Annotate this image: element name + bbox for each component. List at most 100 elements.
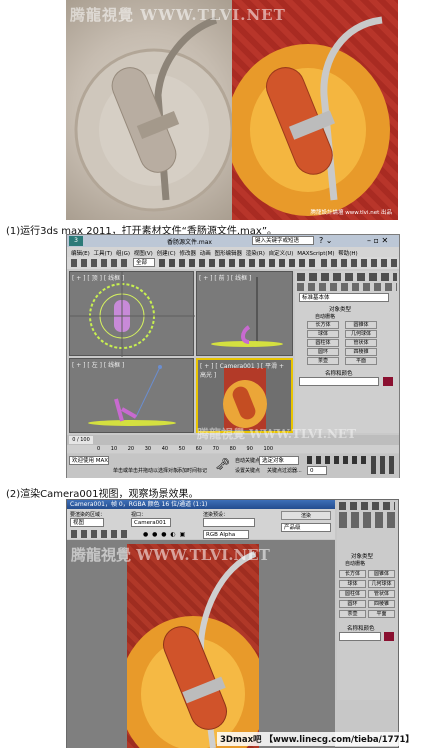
render-window-title: Camera001，帧 0，RGBA 颜色 16 位/通道 (1:1) bbox=[67, 500, 335, 509]
object-color-swatch[interactable] bbox=[383, 377, 393, 386]
max-search-input[interactable]: 键入关键字或短语 bbox=[252, 236, 314, 245]
btn-cone[interactable]: 圆锥体 bbox=[345, 321, 377, 329]
toolbar-icons-left[interactable] bbox=[71, 259, 129, 267]
max-watermark: 腾龍視覺 WWW.TLVI.NET bbox=[197, 427, 357, 441]
render-watermark: 腾龍視覺 WWW.TLVI.NET bbox=[71, 546, 270, 564]
command-panel: 标准基本体 对象类型 自动栅格 长方体 圆锥体 球体 几何球体 圆柱体 管状体 … bbox=[295, 271, 399, 433]
viewport-top[interactable]: [ + ] [ 顶 ] [ 线框 ] bbox=[69, 271, 195, 357]
rollout-object-type[interactable]: 对象类型 bbox=[329, 305, 351, 313]
side-btn-geosphere[interactable]: 几何球体 bbox=[368, 580, 395, 588]
rendered-scene bbox=[119, 551, 267, 751]
max-help-icon[interactable]: ? ⌄ bbox=[319, 236, 333, 245]
viewport-nav-controls[interactable] bbox=[371, 456, 397, 474]
viewport-left-label[interactable]: [ + ] [ 左 ] [ 线框 ] bbox=[72, 360, 124, 369]
max-app-icon[interactable]: 3 bbox=[69, 236, 83, 246]
max-window-title: 香肠源文件.max bbox=[167, 239, 212, 246]
rendered-image-area: 腾龍視覺 WWW.TLVI.NET bbox=[67, 540, 335, 751]
render-preset-label: 渲染预设： bbox=[203, 512, 229, 518]
object-name-field[interactable] bbox=[299, 377, 379, 386]
max-window: 3 香肠源文件.max 键入关键字或短语 ? ⌄ – ▫ ✕ 编辑(E) 工具(… bbox=[66, 234, 400, 478]
max-main-toolbar: 全部 bbox=[67, 257, 399, 269]
max-menus[interactable]: 编辑(E) 工具(T) 组(G) 视图(V) 创建(C) 修改器 动画 图形编辑… bbox=[71, 249, 358, 257]
key-icon[interactable]: 🗝 bbox=[215, 457, 233, 473]
hero-render-image: 腾龍視覺 WWW.TLVI.NET 腾龍設計論壇 www.tlvi.net 出品 bbox=[66, 0, 398, 220]
caption-step2: (2)渲染Camera001视图，观察场景效果。 bbox=[6, 489, 199, 500]
render-mode-dropdown[interactable]: 产品级 bbox=[281, 523, 331, 532]
maxscript-listener[interactable]: 欢迎使用 MAXSc bbox=[69, 456, 109, 465]
side-btn-cone[interactable]: 圆锥体 bbox=[368, 570, 395, 578]
btn-cylinder[interactable]: 圆柱体 bbox=[307, 339, 339, 347]
btn-pyramid[interactable]: 四棱锥 bbox=[345, 348, 377, 356]
max-title-bar: 3 香肠源文件.max 键入关键字或短语 ? ⌄ – ▫ ✕ bbox=[67, 235, 399, 247]
viewport-top-scene bbox=[70, 272, 195, 357]
status-prompt: 单击或单击并拖动以选择对象 bbox=[113, 468, 179, 474]
create-category-icons[interactable] bbox=[297, 283, 397, 291]
max-menu-bar: 编辑(E) 工具(T) 组(G) 视图(V) 创建(C) 修改器 动画 图形编辑… bbox=[67, 247, 399, 257]
current-frame-field[interactable]: 0 bbox=[307, 466, 327, 475]
hero-clay-render bbox=[66, 0, 234, 220]
side-rollout-object-type[interactable]: 对象类型 bbox=[351, 552, 373, 560]
side-btn-cylinder[interactable]: 圆柱体 bbox=[339, 590, 366, 598]
max-window-controls[interactable]: – ▫ ✕ bbox=[367, 236, 388, 245]
viewport-front-scene bbox=[211, 277, 283, 347]
btn-box[interactable]: 长方体 bbox=[307, 321, 339, 329]
key-filters-button[interactable]: 关键点过滤器... bbox=[267, 467, 302, 474]
status-bar: 欢迎使用 MAXSc 单击或单击并拖动以选择对象 添加时间标记 🗝 自动关键点 … bbox=[67, 454, 399, 478]
side-btn-plane[interactable]: 平面 bbox=[368, 610, 395, 618]
render-side-panel: 对象类型 自动栅格 长方体 圆锥体 球体 几何球体 圆柱体 管状体 圆环 四棱锥… bbox=[337, 500, 398, 700]
footer-badge: 3Dmax吧 【www.linecg.com/tieba/1771】 bbox=[217, 732, 417, 746]
toolbar-icons-mid[interactable] bbox=[159, 259, 319, 267]
channel-dropdown[interactable]: RGB Alpha bbox=[203, 530, 249, 539]
side-btn-torus[interactable]: 圆环 bbox=[339, 600, 366, 608]
hero-clay-svg bbox=[74, 16, 234, 212]
side-btn-tube[interactable]: 管状体 bbox=[368, 590, 395, 598]
render-button[interactable]: 渲染 bbox=[281, 511, 331, 520]
playback-controls[interactable] bbox=[307, 456, 367, 464]
viewport-camera-label[interactable]: [ + ] [ Camera001 ] [ 平滑 + 高光 ] bbox=[200, 361, 291, 379]
side-btn-box[interactable]: 长方体 bbox=[339, 570, 366, 578]
side-object-name[interactable] bbox=[339, 632, 381, 641]
side-rollout-name-color[interactable]: 名称和颜色 bbox=[347, 624, 375, 632]
side-color-swatch[interactable] bbox=[384, 632, 394, 641]
time-slider-thumb[interactable]: 0 / 100 bbox=[69, 436, 93, 444]
side-btn-pyramid[interactable]: 四棱锥 bbox=[368, 600, 395, 608]
selection-filter-dropdown[interactable]: 全部 bbox=[133, 258, 155, 267]
side-panel-icons[interactable] bbox=[339, 512, 395, 528]
command-panel-tabs[interactable] bbox=[297, 273, 397, 281]
viewport-top-label[interactable]: [ + ] [ 顶 ] [ 线框 ] bbox=[72, 273, 124, 282]
side-btn-sphere[interactable]: 球体 bbox=[339, 580, 366, 588]
side-btn-teapot[interactable]: 茶壶 bbox=[339, 610, 366, 618]
side-autogrid[interactable]: 自动栅格 bbox=[345, 560, 365, 567]
btn-teapot[interactable]: 茶壶 bbox=[307, 357, 339, 365]
render-viewport-label: 视口： bbox=[131, 512, 147, 518]
toolbar-icons-right[interactable] bbox=[321, 259, 397, 267]
autogrid-checkbox[interactable]: 自动栅格 bbox=[315, 313, 335, 320]
render-frame-window: Camera001，帧 0，RGBA 颜色 16 位/通道 (1:1) 要渲染的… bbox=[66, 499, 417, 751]
btn-tube[interactable]: 管状体 bbox=[345, 339, 377, 347]
channel-toggles[interactable]: ● ● ● ◐ ▣ bbox=[143, 531, 186, 538]
render-area-dropdown[interactable]: 视图 bbox=[70, 518, 104, 527]
btn-geosphere[interactable]: 几何球体 bbox=[345, 330, 377, 338]
auto-key-button[interactable]: 自动关键点 bbox=[235, 457, 260, 464]
viewport-front[interactable]: [ + ] [ 前 ] [ 线框 ] bbox=[196, 271, 293, 356]
primitive-type-dropdown[interactable]: 标准基本体 bbox=[299, 293, 389, 302]
hero-color-render bbox=[226, 0, 398, 220]
render-viewport-dropdown[interactable]: Camera001 bbox=[131, 518, 171, 527]
key-selection-dropdown[interactable]: 选定对象 bbox=[259, 456, 299, 465]
viewport-camera001[interactable]: [ + ] [ Camera001 ] [ 平滑 + 高光 ] bbox=[196, 358, 293, 433]
render-tool-icons[interactable] bbox=[71, 530, 131, 538]
add-time-tag[interactable]: 添加时间标记 bbox=[177, 467, 207, 474]
viewport-left-scene bbox=[88, 365, 176, 426]
btn-sphere[interactable]: 球体 bbox=[307, 330, 339, 338]
btn-plane[interactable]: 平面 bbox=[345, 357, 377, 365]
track-bar[interactable]: 0 10 20 30 40 50 60 70 80 90 100 bbox=[67, 445, 399, 453]
btn-torus[interactable]: 圆环 bbox=[307, 348, 339, 356]
hero-color-svg bbox=[226, 16, 390, 216]
viewport-front-label[interactable]: [ + ] [ 前 ] [ 线框 ] bbox=[199, 273, 251, 282]
render-preset-dropdown[interactable] bbox=[203, 518, 255, 527]
set-key-button[interactable]: 设置关键点 bbox=[235, 467, 260, 474]
side-panel-tabs[interactable] bbox=[339, 502, 395, 510]
rollout-name-color[interactable]: 名称和颜色 bbox=[325, 369, 353, 377]
track-bar-ticks: 0 10 20 30 40 50 60 70 80 90 100 bbox=[97, 446, 274, 452]
viewport-left[interactable]: [ + ] [ 左 ] [ 线框 ] bbox=[69, 358, 194, 433]
